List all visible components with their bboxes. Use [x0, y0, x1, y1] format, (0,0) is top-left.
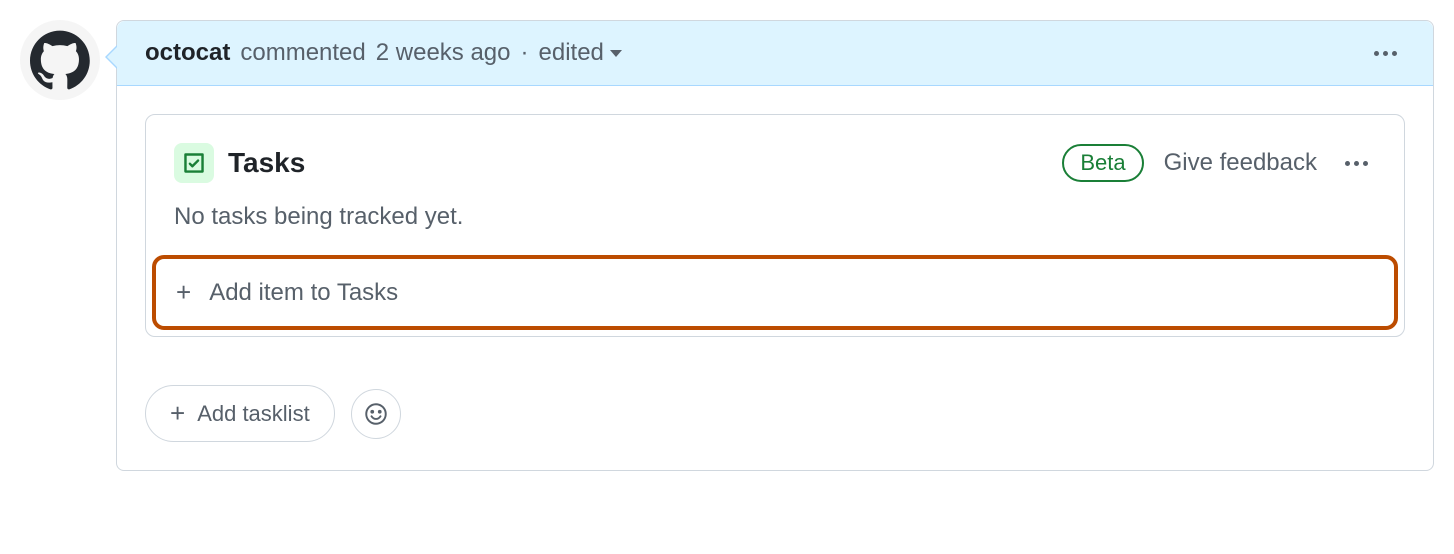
octocat-icon [30, 30, 90, 90]
comment-footer-actions: + Add tasklist [145, 385, 1405, 442]
tasks-header: Tasks Beta Give feedback [146, 143, 1404, 183]
beta-badge: Beta [1062, 144, 1143, 182]
tasks-empty-message: No tasks being tracked yet. [146, 203, 1404, 231]
kebab-dot-icon [1374, 51, 1379, 56]
comment-box: octocat commented 2 weeks ago · edited [116, 20, 1434, 471]
tasks-panel: Tasks Beta Give feedback No tasks being … [145, 114, 1405, 337]
tasks-header-actions: Beta Give feedback [1062, 144, 1376, 182]
add-tasklist-button[interactable]: + Add tasklist [145, 385, 335, 442]
tasks-actions-menu[interactable] [1337, 153, 1376, 174]
author-name[interactable]: octocat [145, 39, 230, 67]
kebab-dot-icon [1354, 161, 1359, 166]
edited-dropdown[interactable]: edited [539, 39, 622, 67]
comment-actions-menu[interactable] [1366, 43, 1405, 64]
caret-down-icon [610, 50, 622, 57]
plus-icon: + [170, 398, 185, 429]
kebab-dot-icon [1363, 161, 1368, 166]
feedback-link[interactable]: Give feedback [1164, 149, 1317, 177]
comment-header-meta: octocat commented 2 weeks ago · edited [145, 39, 622, 67]
separator-dot: · [521, 39, 529, 67]
add-reaction-button[interactable] [351, 389, 401, 439]
add-tasklist-label: Add tasklist [197, 401, 310, 427]
kebab-dot-icon [1383, 51, 1388, 56]
kebab-dot-icon [1392, 51, 1397, 56]
add-item-button[interactable]: + Add item to Tasks [152, 255, 1398, 330]
comment-header: octocat commented 2 weeks ago · edited [117, 21, 1433, 86]
add-item-label: Add item to Tasks [209, 279, 398, 307]
comment-timestamp[interactable]: 2 weeks ago [376, 39, 511, 67]
comment-body: Tasks Beta Give feedback No tasks being … [117, 86, 1433, 470]
tasks-title: Tasks [228, 147, 305, 179]
tasks-title-group: Tasks [174, 143, 305, 183]
comment-action-text: commented [240, 39, 365, 67]
smiley-icon [364, 402, 388, 426]
edited-label: edited [539, 39, 604, 67]
tasklist-icon [174, 143, 214, 183]
comment-container: octocat commented 2 weeks ago · edited [20, 20, 1434, 471]
plus-icon: + [176, 277, 191, 308]
kebab-dot-icon [1345, 161, 1350, 166]
author-avatar[interactable] [20, 20, 100, 100]
